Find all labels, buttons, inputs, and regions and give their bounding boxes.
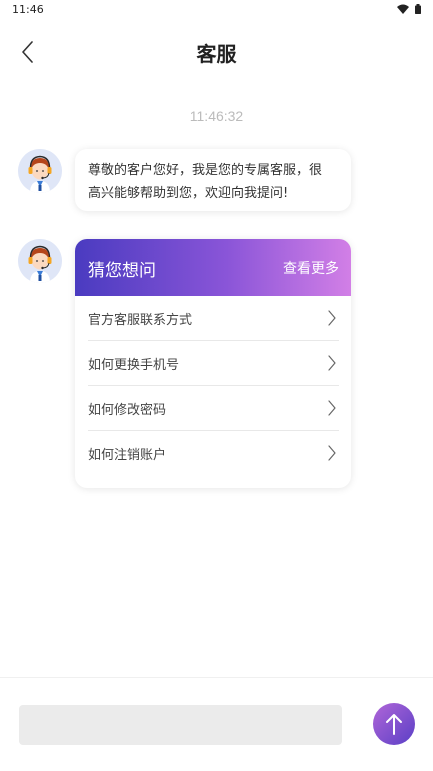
- welcome-message-bubble: 尊敬的客户您好，我是您的专属客服，很 高兴能够帮助到您，欢迎向我提问!: [75, 149, 351, 211]
- faq-item-label: 如何注销账户: [88, 448, 167, 463]
- faq-card-header: 猜您想问 查看更多: [75, 239, 351, 296]
- see-more-link[interactable]: 查看更多: [283, 258, 339, 278]
- faq-item-label: 如何更换手机号: [88, 358, 180, 373]
- faq-item-close-account[interactable]: 如何注销账户: [88, 431, 339, 476]
- customer-service-avatar-icon: [18, 149, 62, 193]
- arrow-up-icon: [386, 714, 402, 735]
- faq-item-label: 官方客服联系方式: [88, 313, 193, 328]
- send-button[interactable]: [373, 703, 415, 745]
- customer-service-avatar-icon: [18, 239, 62, 283]
- faq-item-official-contact[interactable]: 官方客服联系方式: [88, 296, 339, 341]
- chevron-right-icon: [328, 310, 336, 326]
- faq-list: 官方客服联系方式 如何更换手机号 如何修改密码 如何注销账户: [75, 296, 351, 476]
- wifi-icon: [397, 4, 409, 14]
- faq-item-label: 如何修改密码: [88, 403, 167, 418]
- faq-card-title: 猜您想问: [88, 261, 156, 281]
- chevron-right-icon: [328, 400, 336, 416]
- status-icons: [397, 4, 421, 14]
- status-bar: 11:46: [0, 0, 433, 20]
- agent-avatar: [18, 149, 62, 193]
- welcome-message-line1: 尊敬的客户您好，我是您的专属客服，很: [88, 163, 323, 178]
- nav-bar: 客服: [0, 28, 433, 76]
- chevron-right-icon: [328, 355, 336, 371]
- faq-card: 猜您想问 查看更多 官方客服联系方式 如何更换手机号 如何修改密码 如何注销账户: [75, 239, 351, 488]
- message-timestamp: 11:46:32: [189, 108, 244, 124]
- battery-icon: [415, 4, 421, 14]
- faq-item-change-password[interactable]: 如何修改密码: [88, 386, 339, 431]
- faq-item-change-phone[interactable]: 如何更换手机号: [88, 341, 339, 386]
- chevron-right-icon: [328, 445, 336, 461]
- welcome-message-line2: 高兴能够帮助到您，欢迎向我提问!: [88, 186, 289, 201]
- agent-avatar: [18, 239, 62, 283]
- status-time: 11:46: [12, 3, 44, 16]
- composer-divider: [0, 677, 433, 678]
- page-title: 客服: [196, 42, 237, 66]
- message-input[interactable]: [19, 705, 342, 745]
